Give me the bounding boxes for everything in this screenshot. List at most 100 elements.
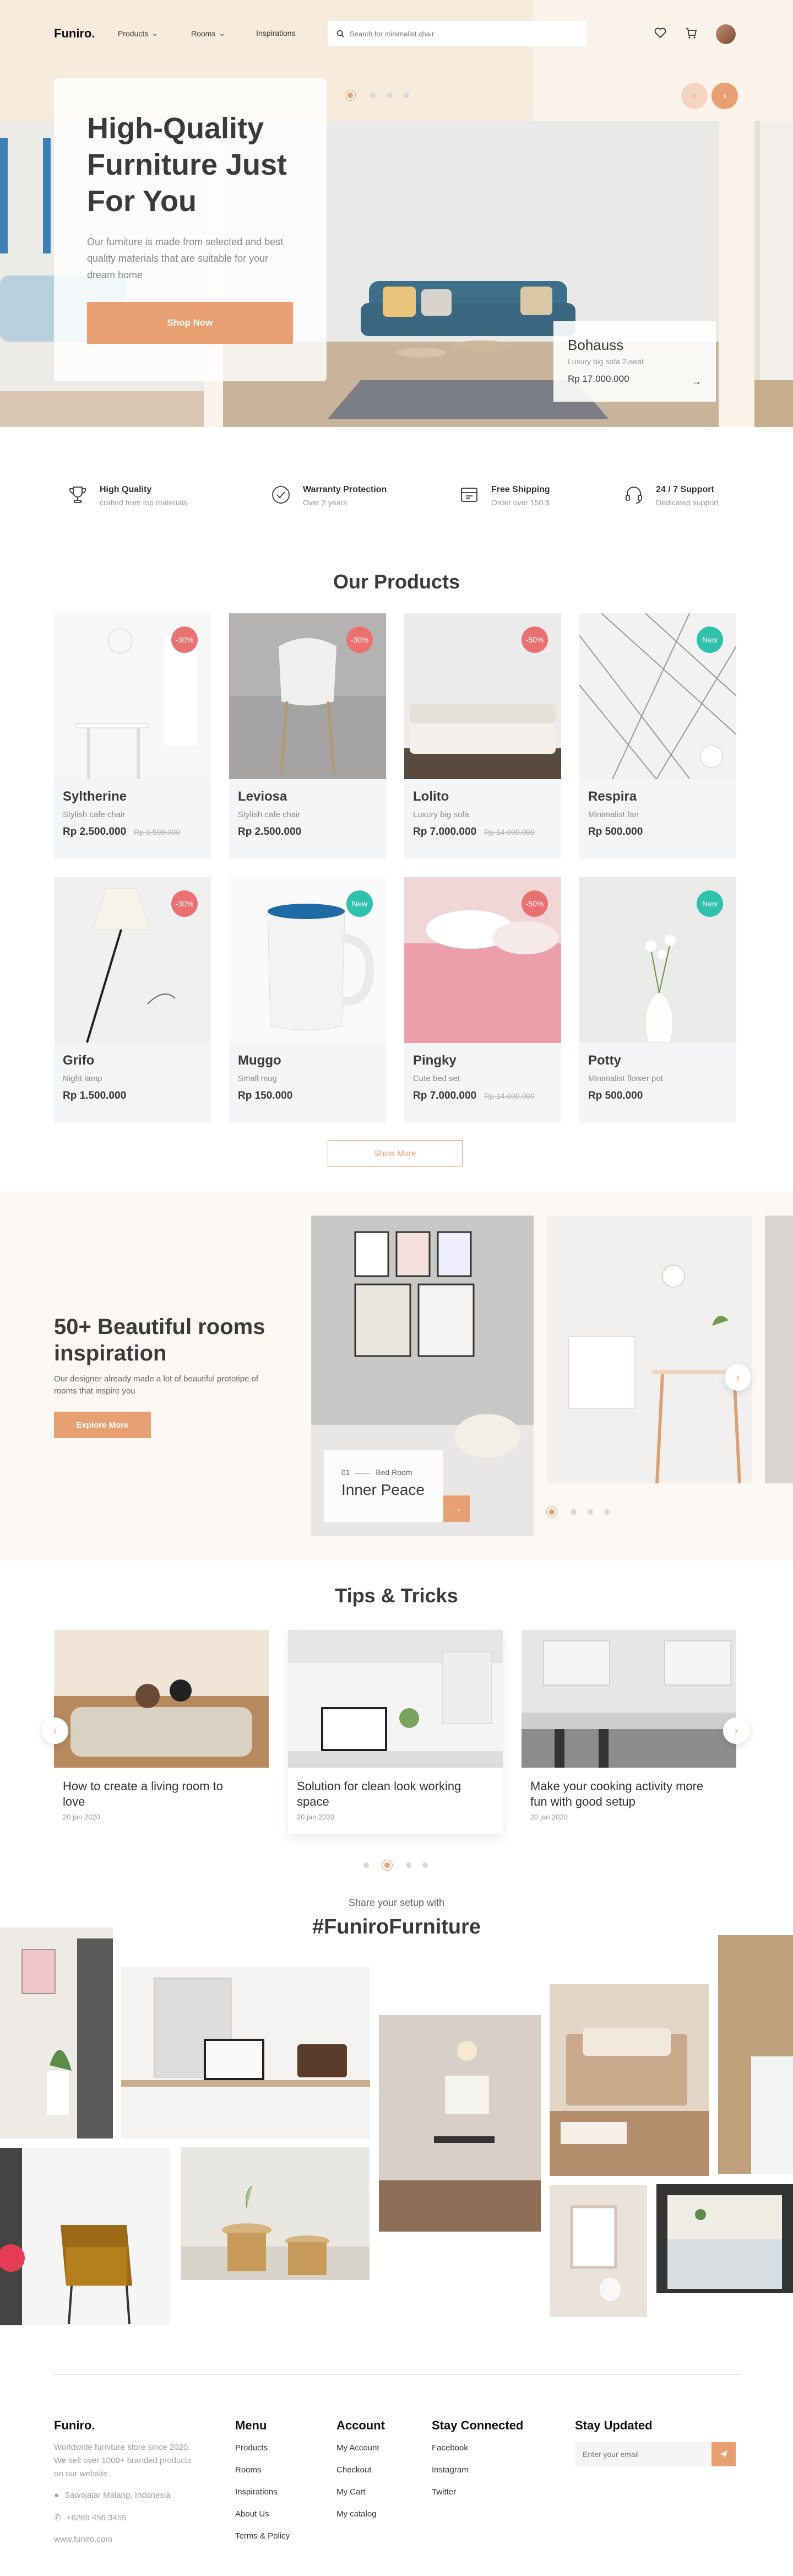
footer-website[interactable]: www.funiro.com xyxy=(54,2535,112,2544)
hero-dot-3[interactable] xyxy=(387,93,393,98)
tips-dot-3[interactable] xyxy=(406,1862,411,1868)
product-name: Pingky xyxy=(413,1053,457,1068)
cart-icon xyxy=(686,28,697,39)
email-input[interactable] xyxy=(575,2442,711,2466)
cart-button[interactable] xyxy=(682,24,700,42)
product-card[interactable]: -50% Lolito Luxury big sofa Rp 7.000.000… xyxy=(404,613,561,859)
rooms-section: 50+ Beautiful rooms inspiration Our desi… xyxy=(0,1191,793,1560)
tips-dot-1[interactable] xyxy=(363,1862,369,1868)
featured-product-card[interactable]: Bohauss Luxury big sofa 2-seat Rp 17.000… xyxy=(553,321,716,402)
footer-link[interactable]: Rooms xyxy=(235,2465,262,2475)
rooms-next-button[interactable]: › xyxy=(725,1364,751,1391)
show-more-button[interactable]: Show More xyxy=(328,1140,463,1167)
footer-link[interactable]: Inspirations xyxy=(235,2487,278,2497)
hero-dot-1[interactable] xyxy=(347,93,353,98)
product-price: Rp 7.000.000 xyxy=(413,826,477,838)
nav-label: Rooms xyxy=(191,29,216,38)
product-card[interactable]: New Respira Minimalist fan Rp 500.000 xyxy=(579,613,736,859)
website-text[interactable]: www.funiro.com xyxy=(54,2535,112,2544)
product-image: New xyxy=(579,613,736,779)
gallery-image[interactable] xyxy=(0,2148,170,2325)
hero-dot-2[interactable] xyxy=(370,93,376,98)
hero-dot-4[interactable] xyxy=(404,93,409,98)
explore-more-button[interactable]: Explore More xyxy=(54,1412,151,1438)
footer-link[interactable]: My Account xyxy=(336,2443,379,2453)
tip-image xyxy=(54,1630,269,1768)
footer-link[interactable]: Products xyxy=(235,2443,268,2453)
room-image-next[interactable] xyxy=(765,1216,793,1483)
rooms-dot-4[interactable] xyxy=(604,1509,610,1515)
search-bar[interactable] xyxy=(328,21,586,46)
shop-now-button[interactable]: Shop Now xyxy=(87,302,293,344)
gallery-image[interactable] xyxy=(181,2147,370,2280)
heart-icon xyxy=(654,28,666,39)
product-subtitle: Stylish cafe chair xyxy=(63,810,126,819)
gallery-image[interactable] xyxy=(379,2015,541,2232)
product-card[interactable]: New Muggo Small mug Rp 150.000 xyxy=(229,877,386,1123)
avatar[interactable] xyxy=(715,23,737,45)
tips-dot-4[interactable] xyxy=(422,1862,428,1868)
discount-badge: -30% xyxy=(171,890,198,917)
tips-next-button[interactable]: › xyxy=(723,1718,749,1744)
product-subtitle: Small mug xyxy=(238,1074,277,1083)
send-icon xyxy=(720,2450,727,2458)
feature-warranty: Warranty Protection Over 2 years xyxy=(271,485,387,507)
gallery-image[interactable] xyxy=(550,1984,709,2176)
header: Funiro. Products ⌄ Rooms ⌄ Inspirations xyxy=(0,0,793,66)
gallery-image[interactable] xyxy=(0,1927,113,2138)
nav-products[interactable]: Products ⌄ xyxy=(118,29,158,38)
arrow-right-icon[interactable]: → xyxy=(692,376,702,387)
gallery-image[interactable] xyxy=(718,1935,793,2174)
gallery-image[interactable] xyxy=(550,2185,647,2317)
room-open-button[interactable]: → xyxy=(443,1495,470,1522)
tips-dot-2[interactable] xyxy=(384,1862,390,1868)
footer-address: ● Sawojajar Malang, Indonesia xyxy=(54,2491,171,2500)
product-name: Lolito xyxy=(413,789,449,804)
product-card[interactable]: New Potty Minimalist flower pot Rp 500.0… xyxy=(579,877,736,1123)
product-card[interactable]: -30% Syltherine Stylish cafe chair Rp 2.… xyxy=(54,613,211,859)
footer-link[interactable]: My Cart xyxy=(336,2487,366,2497)
product-image: -30% xyxy=(229,613,386,779)
nav-rooms[interactable]: Rooms ⌄ xyxy=(191,29,225,38)
hero-prev-button[interactable]: ‹ xyxy=(681,83,708,109)
footer-link[interactable]: Instagram xyxy=(432,2465,469,2475)
footer-link[interactable]: My catalog xyxy=(336,2509,377,2519)
tip-card[interactable]: How to create a living room to love 20 j… xyxy=(54,1630,269,1821)
gallery-image[interactable] xyxy=(121,1967,370,2139)
footer-link[interactable]: Terms & Policy xyxy=(235,2531,290,2541)
product-price: Rp 7.000.000 xyxy=(413,1090,477,1101)
wishlist-button[interactable] xyxy=(651,24,669,42)
footer-link[interactable]: Twitter xyxy=(432,2487,456,2497)
product-card[interactable]: -50% Pingky Cute bed set Rp 7.000.000 Rp … xyxy=(404,877,561,1123)
rooms-dot-1[interactable] xyxy=(549,1509,555,1515)
hero-next-button[interactable]: › xyxy=(711,83,738,109)
search-icon xyxy=(336,30,344,37)
gallery-title: #FuniroFurniture xyxy=(312,1915,481,1938)
tip-card[interactable]: Make your cooking activity more fun with… xyxy=(522,1630,736,1821)
footer-brand[interactable]: Funiro. xyxy=(54,2418,95,2433)
logo[interactable]: Funiro. xyxy=(54,26,95,41)
tips-prev-button[interactable]: ‹ xyxy=(42,1718,68,1744)
tip-card[interactable]: Solution for clean look working space 20… xyxy=(288,1630,503,1834)
nav-inspirations[interactable]: Inspirations xyxy=(256,29,296,37)
location-pin-icon: ● xyxy=(54,2491,59,2500)
room-image[interactable] xyxy=(547,1216,752,1483)
footer-link[interactable]: Checkout xyxy=(336,2465,371,2475)
product-card[interactable]: -30% Grifo Night lamp Rp 1.500.000 xyxy=(54,877,211,1123)
footer-link[interactable]: About Us xyxy=(235,2509,269,2519)
search-input[interactable] xyxy=(350,29,570,38)
feature-quality: High Quality crafted from top materials xyxy=(68,485,187,507)
room-info-card: 01 Bed Room Inner Peace xyxy=(324,1450,443,1522)
product-card[interactable]: -30% Leviosa Stylish cafe chair Rp 2.500… xyxy=(229,613,386,859)
footer-divider xyxy=(54,2374,740,2375)
discount-badge: -30% xyxy=(346,627,373,653)
gallery-image[interactable] xyxy=(656,2184,793,2293)
tip-title: Solution for clean look working space xyxy=(297,1779,461,1808)
product-image: -50% xyxy=(404,613,561,779)
subscribe-button[interactable] xyxy=(711,2442,736,2466)
rooms-dot-2[interactable] xyxy=(571,1509,577,1515)
footer-link[interactable]: Facebook xyxy=(432,2443,468,2453)
tip-date: 20 jan 2020 xyxy=(297,1813,334,1821)
product-image: New xyxy=(579,877,736,1043)
rooms-dot-3[interactable] xyxy=(588,1509,593,1515)
